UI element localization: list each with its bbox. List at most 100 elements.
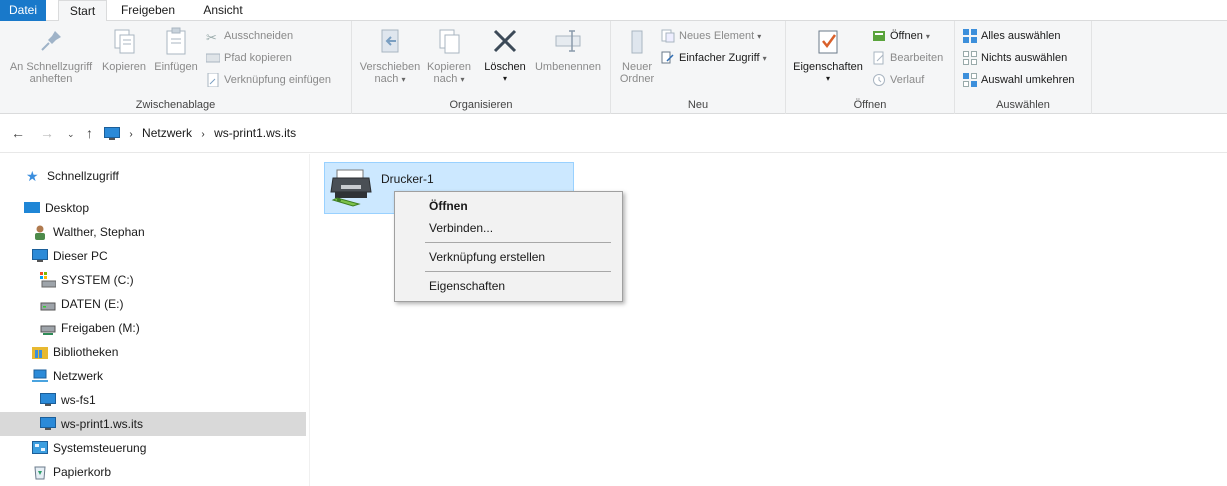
network-drive-icon	[40, 325, 56, 335]
nav-item-recycle-bin[interactable]: Papierkorb	[0, 460, 306, 484]
tab-file[interactable]: Datei	[0, 0, 46, 21]
copy-to-button[interactable]: Kopieren nach ▾	[424, 25, 474, 86]
select-all-button[interactable]: Alles auswählen	[963, 27, 1061, 47]
group-label-select: Auswählen	[996, 99, 1050, 111]
edit-button[interactable]: Bearbeiten	[872, 49, 943, 69]
nav-item-label: DATEN (E:)	[61, 297, 124, 311]
select-all-icon	[963, 29, 977, 44]
recent-locations-chevron-icon[interactable]: ⌄	[67, 129, 75, 140]
network-icon	[32, 369, 48, 382]
easy-access-button[interactable]: Einfacher Zugriff ▾	[661, 49, 767, 69]
context-menu-connect[interactable]: Verbinden...	[395, 217, 622, 239]
printer-name: Drucker-1	[381, 172, 434, 186]
paste-label: Einfügen	[154, 61, 198, 73]
copy-path-button[interactable]: Pfad kopieren	[206, 49, 292, 69]
copy-to-label-2: nach	[433, 73, 458, 85]
history-button[interactable]: Verlauf	[872, 71, 924, 91]
delete-button[interactable]: Löschen ▾	[480, 25, 530, 85]
nav-item-label: Desktop	[45, 201, 90, 215]
scissors-icon: ✂	[206, 30, 217, 46]
computer-icon	[104, 126, 120, 140]
pin-quick-access-button[interactable]: An Schnellzugriff anheften	[4, 25, 98, 85]
select-none-button[interactable]: Nichts auswählen	[963, 49, 1067, 69]
context-menu-separator	[425, 242, 611, 243]
move-to-icon	[381, 29, 399, 53]
history-icon	[873, 74, 885, 87]
system-drive-icon	[40, 271, 56, 288]
nav-item-quick-access[interactable]: ★ Schnellzugriff	[0, 164, 306, 188]
new-folder-button[interactable]: Neuer Ordner	[615, 25, 659, 85]
nav-item-network[interactable]: Netzwerk	[0, 364, 306, 388]
context-menu-create-shortcut[interactable]: Verknüpfung erstellen	[395, 246, 622, 268]
group-clipboard: An Schnellzugriff anheften Kopieren Einf…	[0, 21, 352, 114]
chevron-down-icon: ▾	[762, 54, 767, 63]
nav-item-control-panel[interactable]: Systemsteuerung	[0, 436, 306, 460]
cut-button[interactable]: ✂ Ausschneiden	[206, 27, 293, 47]
invert-selection-button[interactable]: Auswahl umkehren	[963, 71, 1075, 91]
tab-start[interactable]: Start	[58, 0, 107, 22]
nav-item-user[interactable]: Walther, Stephan	[0, 220, 306, 244]
copy-button[interactable]: Kopieren	[99, 25, 149, 73]
invert-selection-icon	[963, 73, 977, 88]
invert-selection-label: Auswahl umkehren	[981, 74, 1075, 86]
chevron-down-icon: ▾	[757, 32, 762, 41]
open-label: Öffnen	[890, 30, 923, 42]
properties-button[interactable]: Eigenschaften ▾	[790, 25, 866, 85]
printer-icon	[330, 169, 372, 207]
ribbon-tab-bar: Datei Start Freigeben Ansicht	[0, 0, 1227, 22]
context-menu-properties[interactable]: Eigenschaften	[395, 275, 622, 297]
new-item-button[interactable]: Neues Element ▾	[661, 27, 761, 47]
pin-icon	[41, 31, 61, 51]
user-icon	[35, 225, 45, 240]
new-folder-label-1: Neuer	[622, 61, 652, 73]
nav-item-drive-e[interactable]: DATEN (E:)	[0, 292, 306, 316]
context-menu-open[interactable]: Öffnen	[395, 195, 622, 217]
paste-icon	[166, 27, 186, 55]
breadcrumb-separator[interactable]: ›	[201, 125, 204, 145]
move-to-label-2: nach	[374, 73, 399, 85]
delete-label: Löschen	[484, 61, 526, 73]
copy-icon	[114, 29, 135, 54]
open-button[interactable]: Öffnen ▾	[872, 27, 930, 47]
select-none-label: Nichts auswählen	[981, 52, 1068, 64]
new-item-icon	[661, 29, 675, 43]
libraries-icon	[32, 346, 48, 359]
new-item-label: Neues Element	[679, 30, 755, 42]
nav-item-label: Netzwerk	[53, 369, 104, 383]
easy-access-icon	[661, 51, 674, 64]
forward-arrow-icon[interactable]: →	[40, 125, 54, 141]
rename-button[interactable]: Umbenennen	[532, 25, 604, 73]
breadcrumb-separator[interactable]: ›	[129, 125, 132, 145]
up-arrow-icon[interactable]: ↑	[86, 125, 93, 141]
paste-button[interactable]: Einfügen	[151, 25, 201, 73]
tab-view[interactable]: Ansicht	[193, 0, 253, 21]
pin-label-1: An Schnellzugriff	[9, 61, 93, 73]
address-bar[interactable]: › Netzwerk › ws-print1.ws.its	[104, 123, 1224, 145]
nav-item-desktop[interactable]: Desktop	[0, 196, 306, 220]
copy-to-icon	[439, 29, 460, 54]
nav-item-ws-fs1[interactable]: ws-fs1	[0, 388, 306, 412]
group-new: Neuer Ordner Neues Element ▾ Einfacher Z…	[611, 21, 786, 114]
nav-item-drive-m[interactable]: Freigaben (M:)	[0, 316, 306, 340]
pin-label-2: anheften	[29, 73, 73, 85]
nav-item-label: Bibliotheken	[53, 345, 119, 359]
move-to-button[interactable]: Verschieben nach ▾	[356, 25, 424, 86]
nav-item-label: Walther, Stephan	[53, 225, 145, 239]
tab-share[interactable]: Freigeben	[113, 0, 183, 21]
back-arrow-icon[interactable]: ←	[11, 125, 25, 141]
properties-label: Eigenschaften	[793, 61, 863, 73]
breadcrumb-network[interactable]: Netzwerk	[142, 123, 192, 143]
recycle-bin-icon	[34, 466, 46, 480]
computer-icon	[40, 416, 56, 430]
easy-access-label: Einfacher Zugriff	[679, 52, 760, 64]
nav-item-drive-c[interactable]: SYSTEM (C:)	[0, 268, 306, 292]
paste-shortcut-button[interactable]: Verknüpfung einfügen	[206, 71, 331, 91]
nav-item-this-pc[interactable]: Dieser PC	[0, 244, 306, 268]
breadcrumb-server[interactable]: ws-print1.ws.its	[214, 123, 296, 143]
open-icon	[873, 31, 885, 42]
paste-shortcut-label: Verknüpfung einfügen	[224, 74, 332, 86]
edit-label: Bearbeiten	[890, 52, 944, 64]
nav-item-ws-print1[interactable]: ws-print1.ws.its	[0, 412, 306, 436]
star-icon: ★	[26, 167, 39, 184]
nav-item-libraries[interactable]: Bibliotheken	[0, 340, 306, 364]
